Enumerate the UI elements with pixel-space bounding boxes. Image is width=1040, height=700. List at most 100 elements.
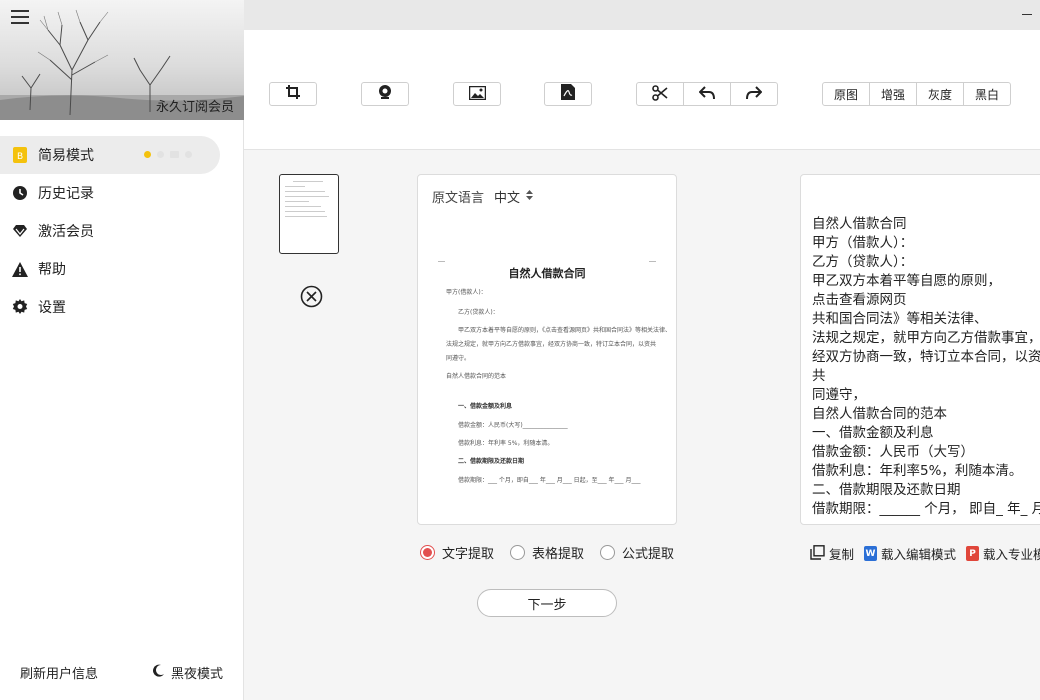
image-icon <box>468 85 486 104</box>
doc-badge-icon: B <box>12 147 28 163</box>
extracted-text-panel[interactable]: 自然人借款合同 甲方（借款人）： 乙方（贷款人）： 甲乙双方本着平等自愿的原则，… <box>800 174 1040 525</box>
close-circle-icon <box>300 285 323 312</box>
text-line: 同遵守， <box>812 387 866 403</box>
load-pro-mode-button[interactable]: P 载入专业模 <box>966 544 1040 563</box>
radio-unselected[interactable] <box>600 545 616 560</box>
profile-banner: 永久订阅会员 <box>0 0 244 120</box>
text-line: 共 <box>812 368 826 384</box>
doc-line: 二、借款期限及还款日期 <box>458 458 525 465</box>
copy-button[interactable]: 复制 <box>810 544 854 563</box>
moon-icon <box>152 664 165 681</box>
text-line: 甲方（借款人）： <box>812 235 914 251</box>
document-title: 自然人借款合同 <box>508 267 586 280</box>
cut-button[interactable] <box>637 83 684 105</box>
mode-indicator-dots <box>144 151 192 158</box>
doc-line: 借款金额：人民币(大写)_______________ <box>458 422 568 429</box>
svg-text:B: B <box>17 152 23 162</box>
minimize-icon[interactable] <box>1022 14 1032 15</box>
doc-line: 法规之规定，就甲方向乙方借款事宜，经双方协商一致，特订立本合同，以资共 <box>446 341 657 348</box>
hamburger-menu-icon[interactable] <box>11 10 29 26</box>
text-line: 自然人借款合同 <box>812 216 907 232</box>
radio-unselected[interactable] <box>510 545 526 560</box>
doc-line: 借款期限：___ 个月，即自___ 年___ 月___ 日起，至___ 年___… <box>458 477 641 484</box>
pdf-button[interactable] <box>544 82 592 106</box>
option-label: 文字提取 <box>442 547 495 562</box>
filter-grayscale-button[interactable]: 灰度 <box>917 83 964 105</box>
result-actions: 复制 W 载入编辑模式 P 载入专业模 <box>810 544 1040 563</box>
sidebar-item-label: 简易模式 <box>38 148 94 164</box>
crop-icon <box>285 84 301 104</box>
redo-button[interactable] <box>731 83 777 105</box>
membership-label: 永久订阅会员 <box>155 100 234 115</box>
copy-icon <box>810 544 825 563</box>
text-line: 法规之规定，就甲方向乙方借款事宜， <box>812 330 1040 346</box>
sidebar-item-label: 设置 <box>38 300 66 316</box>
camera-button[interactable] <box>361 82 409 106</box>
redo-icon <box>746 85 763 103</box>
filter-enhance-button[interactable]: 增强 <box>870 83 917 105</box>
sidebar-footer: 刷新用户信息 黑夜模式 <box>20 663 223 682</box>
filter-bw-button[interactable]: 黑白 <box>964 83 1010 105</box>
source-language-select[interactable]: 中文 <box>494 187 534 206</box>
insert-image-button[interactable] <box>453 82 501 106</box>
text-line: 借款期限：______ 个月， 即自_ 年_ 月 <box>812 501 1040 517</box>
load-edit-mode-label: 载入编辑模式 <box>881 547 957 562</box>
source-language-value: 中文 <box>494 191 521 206</box>
doc-crop-corner <box>649 255 656 262</box>
option-table-extract[interactable]: 表格提取 <box>510 543 584 562</box>
text-line: 甲乙双方本着平等自愿的原则， <box>812 273 1001 289</box>
sidebar-item-activate[interactable]: 激活会员 <box>0 212 244 250</box>
remove-page-button[interactable] <box>300 285 323 308</box>
document-preview-panel: 原文语言 中文 自然人借款合同 甲方(借款人)： 乙方(贷款人)： 甲乙双方本着… <box>417 174 677 525</box>
sidebar-item-help[interactable]: 帮助 <box>0 250 244 288</box>
radio-selected[interactable] <box>420 545 435 560</box>
sidebar-item-history[interactable]: 历史记录 <box>0 174 244 212</box>
clock-icon <box>12 185 28 201</box>
load-pro-mode-label: 载入专业模 <box>983 547 1040 562</box>
sidebar-nav: B 简易模式 历史记录 激活会员 帮助 设置 <box>0 136 244 326</box>
window-title-strip <box>244 0 1040 30</box>
doc-line: 一、借款金额及利息 <box>458 403 513 410</box>
sidebar-item-label: 历史记录 <box>38 186 94 202</box>
doc-line: 乙方(贷款人)： <box>458 309 499 316</box>
source-language-label: 原文语言 <box>432 191 485 206</box>
gear-icon <box>12 299 28 315</box>
word-icon: W <box>864 546 878 561</box>
option-formula-extract[interactable]: 公式提取 <box>600 543 674 562</box>
doc-crop-corner <box>438 255 445 262</box>
refresh-user-info-link[interactable]: 刷新用户信息 <box>20 663 98 682</box>
night-mode-toggle[interactable]: 黑夜模式 <box>152 663 223 682</box>
crop-button[interactable] <box>269 82 317 106</box>
page-thumbnail[interactable] <box>279 174 339 254</box>
text-line: 借款利息：年利率5%，利随本清。 <box>812 463 1023 479</box>
text-line: 共和国合同法》等相关法律、 <box>812 311 988 327</box>
sidebar-item-simple-mode[interactable]: B 简易模式 <box>0 136 220 174</box>
option-label: 公式提取 <box>622 547 675 562</box>
next-step-button[interactable]: 下一步 <box>477 589 617 617</box>
undo-button[interactable] <box>684 83 731 105</box>
sidebar-item-settings[interactable]: 设置 <box>0 288 244 326</box>
camera-icon <box>377 84 393 104</box>
warning-icon <box>12 261 28 277</box>
doc-line: 同遵守。 <box>446 355 471 362</box>
text-line: 乙方（贷款人）： <box>812 254 914 270</box>
sidebar-item-label: 激活会员 <box>38 224 94 240</box>
text-line: 二、借款期限及还款日期 <box>812 482 961 498</box>
copy-label: 复制 <box>829 547 855 562</box>
doc-line: 甲乙双方本着平等自愿的原则，《点击查看源网页》共和国合同法》等相关法律、 <box>458 327 672 334</box>
image-toolbar: 原图 增强 灰度 黑白 <box>244 30 1040 150</box>
doc-line: 自然人借款合同的范本 <box>446 373 507 380</box>
text-line: 经双方协商一致，特订立本合同，以资 <box>812 349 1040 365</box>
source-language-row: 原文语言 中文 <box>432 187 534 206</box>
text-line: 点击查看源网页 <box>812 292 907 308</box>
filter-original-button[interactable]: 原图 <box>823 83 870 105</box>
scissors-icon <box>652 84 668 104</box>
text-line: 借款金额：人民币（大写） <box>812 444 974 460</box>
option-text-extract[interactable]: 文字提取 <box>420 543 494 562</box>
load-edit-mode-button[interactable]: W 载入编辑模式 <box>864 544 956 563</box>
diamond-icon <box>12 223 28 239</box>
sidebar: 永久订阅会员 B 简易模式 历史记录 激活会员 帮助 设置 刷新用户信息 黑夜模… <box>0 0 244 700</box>
text-line: 自然人借款合同的范本 <box>812 406 947 422</box>
sort-arrows-icon <box>526 189 534 204</box>
sidebar-item-label: 帮助 <box>38 262 66 278</box>
